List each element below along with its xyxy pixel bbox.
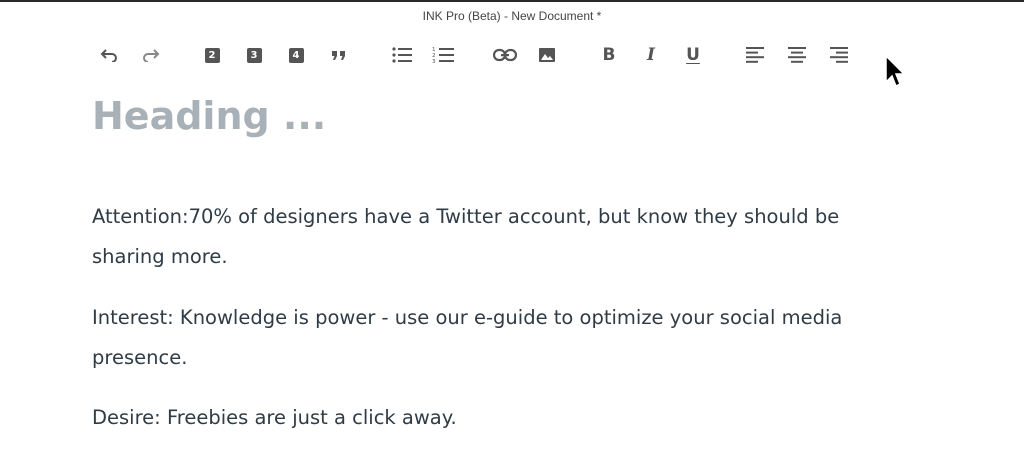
- link-icon: [493, 48, 517, 62]
- align-right-button[interactable]: [826, 42, 852, 68]
- bold-button[interactable]: B: [596, 42, 622, 68]
- align-center-icon: [788, 47, 806, 63]
- numbered-list-icon: 1 2 3: [432, 46, 454, 64]
- formatting-toolbar: 2 3 4 1 2 3 B I U: [96, 42, 876, 70]
- undo-icon: [100, 48, 118, 62]
- align-left-button[interactable]: [742, 42, 768, 68]
- insert-image-button[interactable]: [534, 42, 560, 68]
- redo-button[interactable]: [138, 42, 164, 68]
- quote-icon: [331, 49, 347, 61]
- numbered-list-button[interactable]: 1 2 3: [430, 42, 456, 68]
- italic-button[interactable]: I: [638, 42, 664, 68]
- align-right-icon: [830, 47, 848, 63]
- bold-icon: B: [602, 45, 616, 65]
- underline-button[interactable]: U: [680, 42, 706, 68]
- redo-icon: [142, 48, 160, 62]
- window-title: INK Pro (Beta) - New Document *: [422, 9, 602, 23]
- blockquote-button[interactable]: [326, 42, 352, 68]
- heading-3-icon: 3: [246, 47, 262, 63]
- heading-3-button[interactable]: 3: [241, 42, 267, 68]
- undo-button[interactable]: [96, 42, 122, 68]
- mouse-cursor-icon: [884, 54, 908, 90]
- italic-icon: I: [647, 45, 655, 65]
- heading-4-icon: 4: [288, 47, 304, 63]
- editor-window: INK Pro (Beta) - New Document * 2 3 4 1 …: [0, 0, 1024, 462]
- image-icon: [539, 48, 555, 62]
- heading-input[interactable]: Heading ...: [92, 88, 892, 144]
- bulleted-list-icon: [392, 47, 412, 63]
- paragraph-interest[interactable]: Interest: Knowledge is power - use our e…: [92, 298, 882, 378]
- heading-2-button[interactable]: 2: [199, 42, 225, 68]
- underline-icon: U: [686, 45, 700, 65]
- heading-4-button[interactable]: 4: [283, 42, 309, 68]
- bulleted-list-button[interactable]: [389, 42, 415, 68]
- document-editor[interactable]: Heading ... Attention:70% of designers h…: [92, 88, 892, 429]
- paragraph-attention[interactable]: Attention:70% of designers have a Twitte…: [92, 197, 882, 277]
- align-left-icon: [746, 47, 764, 63]
- paragraph-desire[interactable]: Desire: Freebies are just a click away.: [92, 398, 882, 438]
- align-center-button[interactable]: [784, 42, 810, 68]
- insert-link-button[interactable]: [492, 42, 518, 68]
- heading-2-icon: 2: [204, 47, 220, 63]
- svg-text:3: 3: [432, 59, 436, 64]
